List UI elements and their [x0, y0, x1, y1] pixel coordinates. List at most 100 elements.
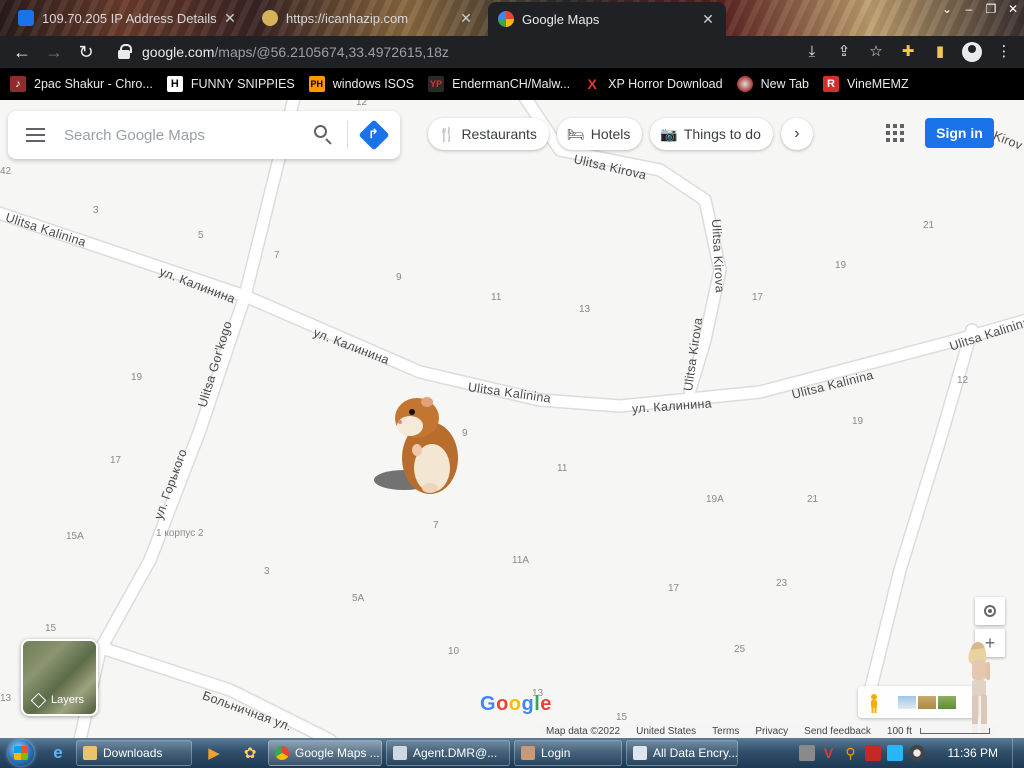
- camera-icon: 📷: [660, 125, 678, 142]
- tray-v-icon[interactable]: V: [821, 745, 837, 761]
- house-number: 15A: [66, 531, 84, 542]
- taskbar-label: All Data Encry...: [653, 746, 738, 760]
- chevron-right-icon[interactable]: ›: [780, 118, 813, 150]
- house-number: 11: [557, 463, 568, 474]
- show-desktop-button[interactable]: [1012, 738, 1024, 768]
- taskbar-downloads[interactable]: Downloads: [76, 740, 192, 766]
- send-feedback-link[interactable]: Send feedback: [804, 726, 871, 737]
- layers-button[interactable]: Layers: [21, 639, 98, 716]
- url-text[interactable]: google.com/maps/@56.2105674,33.4972615,1…: [142, 44, 449, 60]
- house-number: 11A: [512, 555, 530, 566]
- close-icon[interactable]: ✕: [700, 11, 716, 28]
- close-icon[interactable]: ✕: [222, 10, 238, 27]
- start-button[interactable]: [0, 738, 36, 768]
- back-icon[interactable]: ←: [6, 36, 38, 68]
- extensions-icon[interactable]: ✚: [892, 36, 924, 68]
- tab-ip-details[interactable]: 109.70.205 IP Address Details ✕: [8, 0, 248, 36]
- tray-search-icon[interactable]: ⚲: [843, 745, 859, 761]
- terms-link[interactable]: Terms: [712, 726, 739, 737]
- taskbar-all-data-encrypted[interactable]: All Data Encry...: [626, 740, 738, 766]
- chevron-down-icon[interactable]: ⌄: [936, 0, 958, 18]
- taskbar-label: Agent.DMR@...: [413, 746, 498, 760]
- chip-hotels[interactable]: 🛏 Hotels: [556, 118, 643, 150]
- bookmark-item[interactable]: X XP Horror Download: [584, 76, 723, 92]
- layers-icon: [30, 692, 47, 708]
- share-icon[interactable]: ⇪: [828, 36, 860, 68]
- bed-icon: 🛏: [566, 125, 585, 142]
- house-number: 17: [752, 292, 764, 303]
- close-icon[interactable]: ✕: [458, 10, 474, 27]
- directions-icon[interactable]: ↱: [348, 111, 400, 159]
- taskbar-login[interactable]: Login: [514, 740, 622, 766]
- tray-flag-icon[interactable]: [864, 745, 881, 761]
- bookmark-item[interactable]: ♪ 2pac Shakur - Chro...: [10, 76, 153, 92]
- search-icon[interactable]: [299, 111, 347, 159]
- bookmark-item[interactable]: New Tab: [736, 76, 809, 92]
- desert-thumbnail[interactable]: [918, 696, 936, 709]
- user-icon: [521, 746, 535, 760]
- install-app-icon[interactable]: ⤓: [796, 36, 828, 68]
- bookmark-item[interactable]: PH windows ISOS: [308, 76, 414, 92]
- map-canvas[interactable]: 12 42 3 5 7 9 11 13 17 19 21 19 12 19 17…: [0, 100, 1024, 738]
- internet-explorer-icon[interactable]: e: [44, 740, 72, 766]
- bookmark-item[interactable]: YP EndermanCH/Malw...: [428, 76, 570, 92]
- taskbar-agent-dmr[interactable]: Agent.DMR@...: [386, 740, 510, 766]
- minimize-icon[interactable]: –: [958, 0, 980, 18]
- tray-volume-icon[interactable]: [908, 745, 925, 761]
- house-number: 12: [957, 375, 969, 386]
- layers-label-wrap: Layers: [30, 692, 84, 708]
- restore-icon[interactable]: ❐: [980, 0, 1002, 18]
- taskbar-label: Google Maps ...: [295, 746, 380, 760]
- house-number: 21: [923, 220, 935, 231]
- menu-kebab-icon[interactable]: ⋮: [988, 36, 1020, 68]
- tab-icanhazip[interactable]: https://icanhazip.com ✕: [252, 0, 484, 36]
- apps-grid-icon[interactable]: [886, 124, 904, 142]
- house-number: 7: [274, 250, 280, 261]
- browser-toolbar: ← → ↻ google.com/maps/@56.2105674,33.497…: [0, 36, 1024, 68]
- taskbar-google-maps[interactable]: Google Maps ...: [268, 740, 382, 766]
- pegman-icon[interactable]: [868, 693, 880, 713]
- chip-label: Hotels: [590, 126, 631, 142]
- ph-logo-icon: PH: [308, 76, 325, 92]
- my-location-button[interactable]: [975, 597, 1005, 625]
- sign-in-button[interactable]: Sign in: [925, 118, 994, 148]
- taskbar-label: Downloads: [103, 746, 163, 760]
- window-icon: [393, 746, 407, 760]
- country-link[interactable]: United States: [636, 726, 696, 737]
- lock-icon[interactable]: [116, 43, 134, 61]
- bookmark-item[interactable]: R VineMEMZ: [823, 76, 909, 92]
- toolbar-icons: ⤓ ⇪ ☆ ✚ ▮ ⋮: [796, 36, 1020, 68]
- window-controls: ⌄ – ❐ ✕: [936, 0, 1024, 20]
- privacy-link[interactable]: Privacy: [755, 726, 788, 737]
- house-number: 3: [93, 205, 99, 216]
- scale-label[interactable]: 100 ft: [887, 726, 912, 737]
- chrome-icon: [275, 746, 289, 760]
- sky-thumbnail[interactable]: [898, 696, 916, 709]
- house-number: 5: [198, 230, 204, 241]
- paint-icon[interactable]: ✿: [236, 740, 264, 766]
- house-number: 1 корпус 2: [156, 528, 204, 539]
- tray-network-icon[interactable]: [886, 745, 903, 761]
- bookmark-item[interactable]: H FUNNY SNIPPIES: [166, 76, 295, 92]
- imagery-thumbnails[interactable]: [898, 696, 958, 709]
- media-player-icon[interactable]: ▶: [200, 740, 228, 766]
- address-bar[interactable]: google.com/maps/@56.2105674,33.4972615,1…: [108, 39, 888, 65]
- category-chips: 🍴 Restaurants 🛏 Hotels 📷 Things to do ›: [428, 118, 813, 150]
- chip-things-to-do[interactable]: 📷 Things to do: [650, 118, 773, 150]
- reload-icon[interactable]: ↻: [70, 36, 102, 68]
- tab-google-maps[interactable]: Google Maps ✕: [488, 2, 726, 36]
- bookmark-label: 2pac Shakur - Chro...: [34, 77, 153, 91]
- yp-logo-icon: YP: [428, 76, 445, 92]
- close-window-icon[interactable]: ✕: [1002, 0, 1024, 18]
- star-icon[interactable]: ☆: [860, 36, 892, 68]
- tray-app-icon[interactable]: [798, 745, 815, 761]
- profile-avatar-icon[interactable]: [962, 42, 982, 62]
- forward-icon[interactable]: →: [38, 36, 70, 68]
- search-input[interactable]: [64, 126, 299, 144]
- menu-icon[interactable]: [8, 111, 64, 159]
- field-thumbnail[interactable]: [938, 696, 956, 709]
- side-panel-icon[interactable]: ▮: [924, 36, 956, 68]
- chip-restaurants[interactable]: 🍴 Restaurants: [428, 118, 549, 150]
- clock[interactable]: 11:36 PM: [948, 746, 998, 760]
- house-number: 15: [616, 712, 628, 723]
